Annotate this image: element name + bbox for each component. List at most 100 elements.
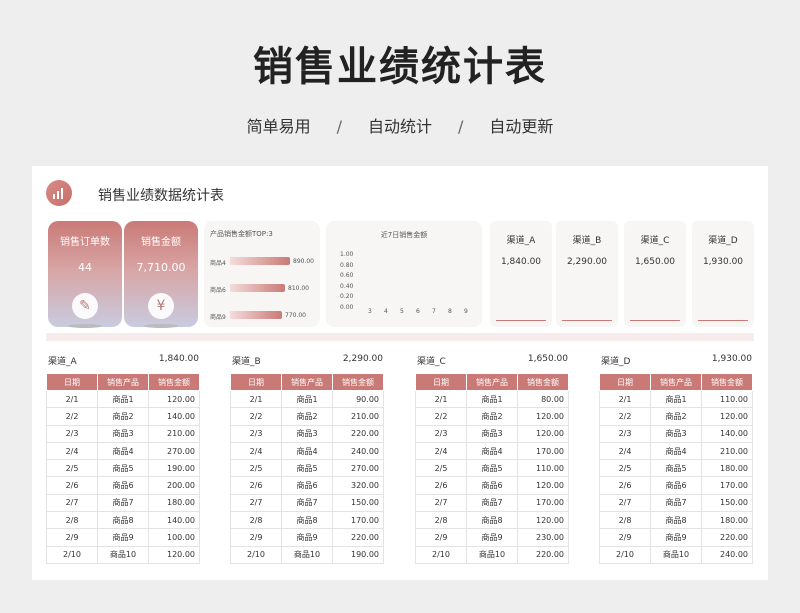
amount-cell[interactable]: 140.00 [148, 511, 200, 530]
amount-cell[interactable]: 110.00 [701, 389, 753, 409]
product-cell[interactable]: 商品6 [650, 476, 702, 495]
product-cell[interactable]: 商品8 [466, 511, 518, 530]
amount-cell[interactable]: 120.00 [517, 511, 569, 530]
amount-cell[interactable]: 180.00 [148, 493, 200, 513]
date-cell[interactable]: 2/5 [415, 459, 467, 478]
amount-cell[interactable]: 120.00 [701, 407, 753, 426]
date-cell[interactable]: 2/4 [415, 441, 467, 461]
date-cell[interactable]: 2/2 [230, 407, 282, 426]
product-cell[interactable]: 商品7 [281, 493, 333, 513]
amount-cell[interactable]: 150.00 [332, 493, 384, 513]
product-cell[interactable]: 商品8 [97, 511, 149, 530]
product-cell[interactable]: 商品7 [650, 493, 702, 513]
amount-cell[interactable]: 80.00 [517, 389, 569, 409]
product-cell[interactable]: 商品9 [650, 528, 702, 547]
amount-cell[interactable]: 200.00 [148, 476, 200, 495]
product-cell[interactable]: 商品9 [97, 528, 149, 547]
product-cell[interactable]: 商品9 [466, 528, 518, 547]
product-cell[interactable]: 商品10 [466, 545, 518, 564]
column-header[interactable]: 日期 [46, 373, 98, 391]
amount-cell[interactable]: 190.00 [148, 459, 200, 478]
amount-cell[interactable]: 210.00 [148, 424, 200, 443]
date-cell[interactable]: 2/10 [599, 545, 651, 564]
column-header[interactable]: 日期 [599, 373, 651, 391]
date-cell[interactable]: 2/3 [415, 424, 467, 443]
amount-cell[interactable]: 180.00 [701, 511, 753, 530]
product-cell[interactable]: 商品4 [650, 441, 702, 461]
product-cell[interactable]: 商品8 [650, 511, 702, 530]
product-cell[interactable]: 商品6 [281, 476, 333, 495]
product-cell[interactable]: 商品10 [650, 545, 702, 564]
column-header[interactable]: 日期 [415, 373, 467, 391]
amount-cell[interactable]: 220.00 [332, 424, 384, 443]
amount-cell[interactable]: 190.00 [332, 545, 384, 564]
product-cell[interactable]: 商品3 [97, 424, 149, 443]
amount-cell[interactable]: 120.00 [517, 476, 569, 495]
amount-cell[interactable]: 210.00 [701, 441, 753, 461]
amount-cell[interactable]: 170.00 [517, 493, 569, 513]
date-cell[interactable]: 2/9 [415, 528, 467, 547]
amount-cell[interactable]: 240.00 [701, 545, 753, 564]
column-header[interactable]: 销售产品 [281, 373, 333, 391]
product-cell[interactable]: 商品10 [97, 545, 149, 564]
amount-cell[interactable]: 120.00 [517, 424, 569, 443]
date-cell[interactable]: 2/4 [230, 441, 282, 461]
amount-cell[interactable]: 120.00 [148, 545, 200, 564]
date-cell[interactable]: 2/8 [599, 511, 651, 530]
product-cell[interactable]: 商品3 [281, 424, 333, 443]
product-cell[interactable]: 商品1 [466, 389, 518, 409]
product-cell[interactable]: 商品10 [281, 545, 333, 564]
product-cell[interactable]: 商品2 [97, 407, 149, 426]
amount-cell[interactable]: 230.00 [517, 528, 569, 547]
product-cell[interactable]: 商品7 [466, 493, 518, 513]
product-cell[interactable]: 商品6 [466, 476, 518, 495]
amount-cell[interactable]: 270.00 [148, 441, 200, 461]
product-cell[interactable]: 商品5 [281, 459, 333, 478]
date-cell[interactable]: 2/7 [599, 493, 651, 513]
date-cell[interactable]: 2/1 [46, 389, 98, 409]
amount-cell[interactable]: 180.00 [701, 459, 753, 478]
date-cell[interactable]: 2/2 [599, 407, 651, 426]
column-header[interactable]: 销售产品 [650, 373, 702, 391]
date-cell[interactable]: 2/7 [415, 493, 467, 513]
date-cell[interactable]: 2/7 [230, 493, 282, 513]
date-cell[interactable]: 2/10 [230, 545, 282, 564]
column-header[interactable]: 销售金额 [701, 373, 753, 391]
amount-cell[interactable]: 140.00 [148, 407, 200, 426]
product-cell[interactable]: 商品2 [281, 407, 333, 426]
product-cell[interactable]: 商品1 [97, 389, 149, 409]
amount-cell[interactable]: 240.00 [332, 441, 384, 461]
date-cell[interactable]: 2/1 [230, 389, 282, 409]
product-cell[interactable]: 商品3 [466, 424, 518, 443]
date-cell[interactable]: 2/6 [46, 476, 98, 495]
amount-cell[interactable]: 220.00 [701, 528, 753, 547]
date-cell[interactable]: 2/3 [46, 424, 98, 443]
date-cell[interactable]: 2/7 [46, 493, 98, 513]
amount-cell[interactable]: 210.00 [332, 407, 384, 426]
date-cell[interactable]: 2/6 [599, 476, 651, 495]
amount-cell[interactable]: 120.00 [148, 389, 200, 409]
product-cell[interactable]: 商品6 [97, 476, 149, 495]
date-cell[interactable]: 2/4 [599, 441, 651, 461]
amount-cell[interactable]: 320.00 [332, 476, 384, 495]
amount-cell[interactable]: 220.00 [332, 528, 384, 547]
date-cell[interactable]: 2/4 [46, 441, 98, 461]
date-cell[interactable]: 2/1 [599, 389, 651, 409]
date-cell[interactable]: 2/6 [230, 476, 282, 495]
amount-cell[interactable]: 90.00 [332, 389, 384, 409]
product-cell[interactable]: 商品3 [650, 424, 702, 443]
column-header[interactable]: 日期 [230, 373, 282, 391]
column-header[interactable]: 销售金额 [332, 373, 384, 391]
date-cell[interactable]: 2/1 [415, 389, 467, 409]
date-cell[interactable]: 2/5 [599, 459, 651, 478]
product-cell[interactable]: 商品5 [650, 459, 702, 478]
date-cell[interactable]: 2/8 [415, 511, 467, 530]
product-cell[interactable]: 商品1 [650, 389, 702, 409]
date-cell[interactable]: 2/5 [46, 459, 98, 478]
amount-cell[interactable]: 150.00 [701, 493, 753, 513]
product-cell[interactable]: 商品4 [97, 441, 149, 461]
column-header[interactable]: 销售产品 [466, 373, 518, 391]
date-cell[interactable]: 2/2 [46, 407, 98, 426]
amount-cell[interactable]: 140.00 [701, 424, 753, 443]
date-cell[interactable]: 2/10 [46, 545, 98, 564]
